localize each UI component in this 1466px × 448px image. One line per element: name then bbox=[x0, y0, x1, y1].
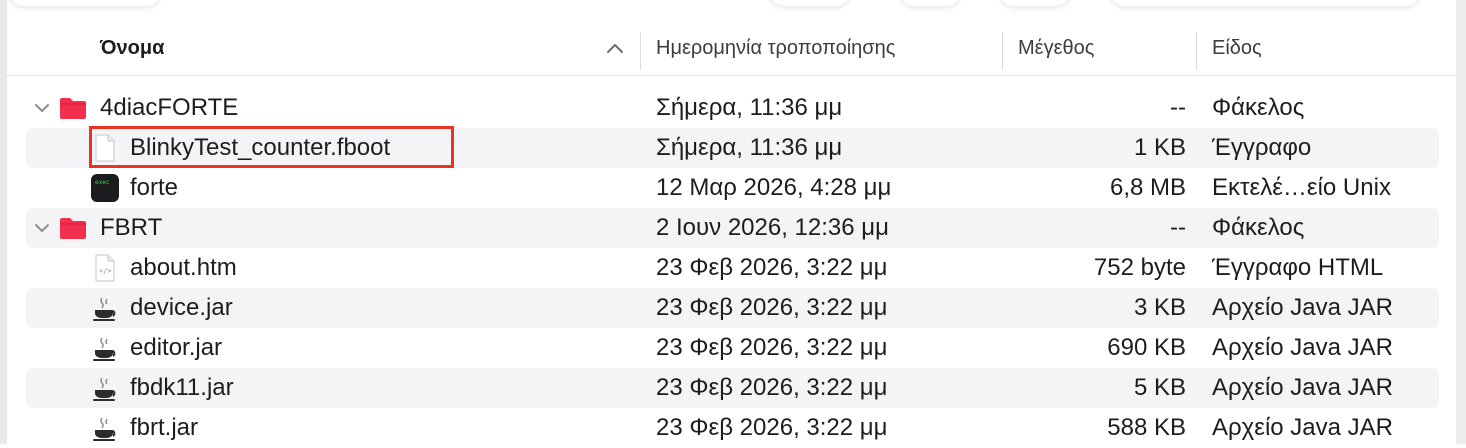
column-separator[interactable] bbox=[640, 32, 641, 70]
sort-ascending-icon[interactable] bbox=[604, 38, 626, 60]
file-kind: Αρχείο Java JAR bbox=[1212, 294, 1394, 321]
terminal-exec-icon: exec bbox=[91, 174, 119, 202]
folder-icon bbox=[60, 218, 86, 239]
html-document-icon: </> bbox=[95, 254, 115, 282]
java-jar-icon bbox=[93, 337, 116, 361]
file-name: 4diacFORTE bbox=[100, 94, 239, 121]
folder-icon bbox=[60, 98, 86, 119]
file-date: 12 Μαρ 2026, 4:28 μμ bbox=[656, 174, 892, 201]
table-row[interactable]: fbrt.jar 23 Φεβ 2026, 3:22 μμ 588 KB Αρχ… bbox=[26, 408, 1439, 448]
column-header-size[interactable]: Μέγεθος bbox=[1018, 26, 1094, 70]
column-separator[interactable] bbox=[1002, 32, 1003, 70]
column-header-date[interactable]: Ημερομηνία τροποποίησης bbox=[656, 26, 895, 70]
window-right-edge bbox=[1456, 0, 1466, 444]
file-date: 23 Φεβ 2026, 3:22 μμ bbox=[656, 374, 888, 401]
table-row[interactable]: editor.jar 23 Φεβ 2026, 3:22 μμ 690 KB Α… bbox=[26, 328, 1439, 368]
file-kind: Έγγραφο bbox=[1212, 134, 1312, 161]
svg-text:</>: </> bbox=[99, 267, 112, 275]
file-size: 1 KB bbox=[1133, 134, 1186, 161]
file-date: Σήμερα, 11:36 μμ bbox=[656, 134, 843, 161]
file-size: 5 KB bbox=[1133, 374, 1186, 401]
svg-text:exec: exec bbox=[95, 179, 110, 186]
table-row[interactable]: </> about.htm 23 Φεβ 2026, 3:22 μμ 752 b… bbox=[26, 248, 1439, 288]
java-jar-icon bbox=[93, 377, 116, 401]
column-header-kind[interactable]: Είδος bbox=[1212, 26, 1262, 70]
toolbar-button[interactable] bbox=[10, 0, 160, 6]
file-date: 23 Φεβ 2026, 3:22 μμ bbox=[656, 414, 888, 441]
table-row[interactable]: fbdk11.jar 23 Φεβ 2026, 3:22 μμ 5 KB Αρχ… bbox=[26, 368, 1439, 408]
file-name: editor.jar bbox=[130, 334, 223, 361]
file-name: fbdk11.jar bbox=[130, 374, 234, 401]
column-header-name[interactable]: Όνομα bbox=[100, 26, 164, 70]
file-size: 690 KB bbox=[1107, 334, 1186, 361]
toolbar-search[interactable] bbox=[1110, 0, 1420, 6]
chevron-down-icon[interactable] bbox=[32, 218, 52, 238]
highlight-annotation-box bbox=[89, 126, 454, 168]
table-row[interactable]: device.jar 23 Φεβ 2026, 3:22 μμ 3 KB Αρχ… bbox=[26, 288, 1439, 328]
java-jar-icon bbox=[93, 297, 116, 321]
file-size: -- bbox=[1170, 94, 1186, 121]
table-row[interactable]: exec forte 12 Μαρ 2026, 4:28 μμ 6,8 MB Ε… bbox=[26, 168, 1439, 208]
header-divider bbox=[7, 75, 1456, 76]
file-name: fbrt.jar bbox=[130, 414, 199, 441]
file-date: 23 Φεβ 2026, 3:22 μμ bbox=[656, 254, 888, 281]
file-name: forte bbox=[130, 174, 179, 201]
column-separator[interactable] bbox=[1196, 32, 1197, 70]
file-kind: Φάκελος bbox=[1212, 94, 1305, 121]
table-row[interactable]: FBRT 2 Ιουν 2026, 12:36 μμ -- Φάκελος bbox=[26, 208, 1439, 248]
file-kind: Αρχείο Java JAR bbox=[1212, 374, 1394, 401]
file-size: 752 byte bbox=[1093, 254, 1186, 281]
table-row[interactable]: 4diacFORTE Σήμερα, 11:36 μμ -- Φάκελος bbox=[26, 88, 1439, 128]
file-kind: Έγγραφο HTML bbox=[1212, 254, 1384, 281]
file-kind: Φάκελος bbox=[1212, 214, 1305, 241]
file-date: Σήμερα, 11:36 μμ bbox=[656, 94, 843, 121]
file-date: 2 Ιουν 2026, 12:36 μμ bbox=[656, 214, 889, 241]
chevron-down-icon[interactable] bbox=[32, 98, 52, 118]
file-date: 23 Φεβ 2026, 3:22 μμ bbox=[656, 334, 888, 361]
file-kind: Αρχείο Java JAR bbox=[1212, 414, 1394, 441]
toolbar-button[interactable] bbox=[1000, 0, 1070, 6]
file-kind: Εκτελέ…είο Unix bbox=[1212, 174, 1391, 201]
toolbar-button[interactable] bbox=[900, 0, 960, 6]
file-size: 6,8 MB bbox=[1109, 174, 1186, 201]
file-size: 588 KB bbox=[1107, 414, 1186, 441]
file-name: device.jar bbox=[130, 294, 233, 321]
file-name: about.htm bbox=[130, 254, 237, 281]
window-left-edge bbox=[0, 0, 7, 444]
java-jar-icon bbox=[93, 417, 116, 441]
file-size: -- bbox=[1170, 214, 1186, 241]
file-name: FBRT bbox=[100, 214, 163, 241]
file-size: 3 KB bbox=[1133, 294, 1186, 321]
toolbar-button[interactable] bbox=[770, 0, 850, 6]
file-date: 23 Φεβ 2026, 3:22 μμ bbox=[656, 294, 888, 321]
file-kind: Αρχείο Java JAR bbox=[1212, 334, 1394, 361]
